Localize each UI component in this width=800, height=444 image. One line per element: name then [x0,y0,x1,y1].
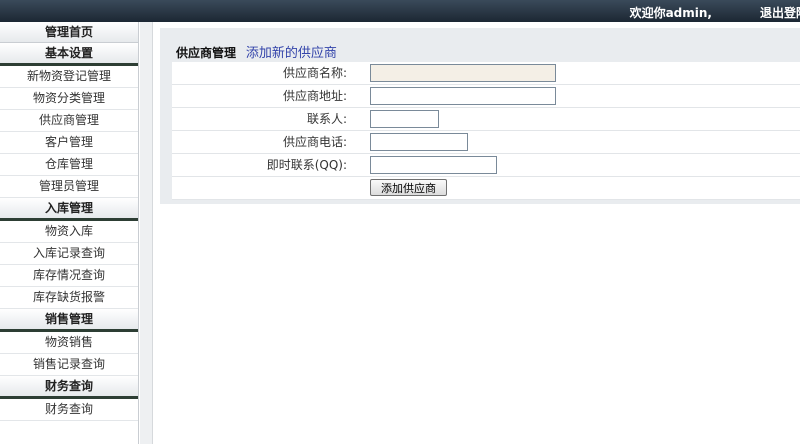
sidebar-item-new-material[interactable]: 新物资登记管理 [0,66,138,88]
sidebar-item-material-inbound[interactable]: 物资入库 [0,221,138,243]
field-label: 供应商名称: [282,66,347,80]
supplier-address-input[interactable] [370,87,556,105]
frame-divider[interactable] [140,22,153,444]
field-label: 供应商地址: [282,89,347,103]
qq-input[interactable] [370,156,497,174]
sidebar-item-sales-records[interactable]: 销售记录查询 [0,354,138,376]
sidebar-item-material-category[interactable]: 物资分类管理 [0,88,138,110]
sidebar-home[interactable]: 管理首页 [0,22,138,43]
supplier-name-input[interactable] [370,64,556,82]
sidebar-item-finance-query[interactable]: 财务查询 [0,399,138,421]
supplier-form: 供应商名称: 供应商地址: 联系人: 供应商电话: 即时联系(QQ): 添加供应… [172,62,800,200]
sidebar-item-supplier[interactable]: 供应商管理 [0,110,138,132]
top-bar: 欢迎你admin, 退出登陆 [0,0,800,22]
sidebar-item-customer[interactable]: 客户管理 [0,132,138,154]
sidebar-item-stock-alarm[interactable]: 库存缺货报警 [0,287,138,309]
form-row-address: 供应商地址: [172,85,800,108]
contact-person-input[interactable] [370,110,439,128]
add-supplier-button[interactable]: 添加供应商 [370,179,447,196]
section-title: 供应商管理 [176,46,237,60]
sidebar-group-sales[interactable]: 销售管理 [0,309,138,332]
logout-link[interactable]: 退出登陆 [760,4,800,21]
form-row-contact: 联系人: [172,108,800,131]
sidebar-group-finance[interactable]: 财务查询 [0,376,138,399]
sidebar-item-warehouse[interactable]: 仓库管理 [0,154,138,176]
form-row-qq: 即时联系(QQ): [172,154,800,177]
field-label: 联系人: [306,112,347,126]
supplier-phone-input[interactable] [370,133,468,151]
field-label: 供应商电话: [282,135,347,149]
breadcrumb: 供应商管理 添加新的供应商 [176,42,337,61]
sidebar-group-basic-settings[interactable]: 基本设置 [0,43,138,66]
sidebar-item-admin[interactable]: 管理员管理 [0,176,138,198]
sidebar-group-inbound[interactable]: 入库管理 [0,198,138,221]
add-supplier-link[interactable]: 添加新的供应商 [246,46,337,61]
field-label: 即时联系(QQ): [266,158,347,172]
welcome-text: 欢迎你admin, [629,6,712,20]
form-row-submit: 添加供应商 [172,177,800,200]
form-row-name: 供应商名称: [172,62,800,85]
form-row-phone: 供应商电话: [172,131,800,154]
sidebar-item-stock-status[interactable]: 库存情况查询 [0,265,138,287]
supplier-panel: 供应商管理 添加新的供应商 供应商名称: 供应商地址: 联系人: 供应商电话: … [160,28,800,204]
sidebar: 管理首页 基本设置 新物资登记管理 物资分类管理 供应商管理 客户管理 仓库管理… [0,22,139,444]
sidebar-item-material-sales[interactable]: 物资销售 [0,332,138,354]
sidebar-item-inbound-records[interactable]: 入库记录查询 [0,243,138,265]
